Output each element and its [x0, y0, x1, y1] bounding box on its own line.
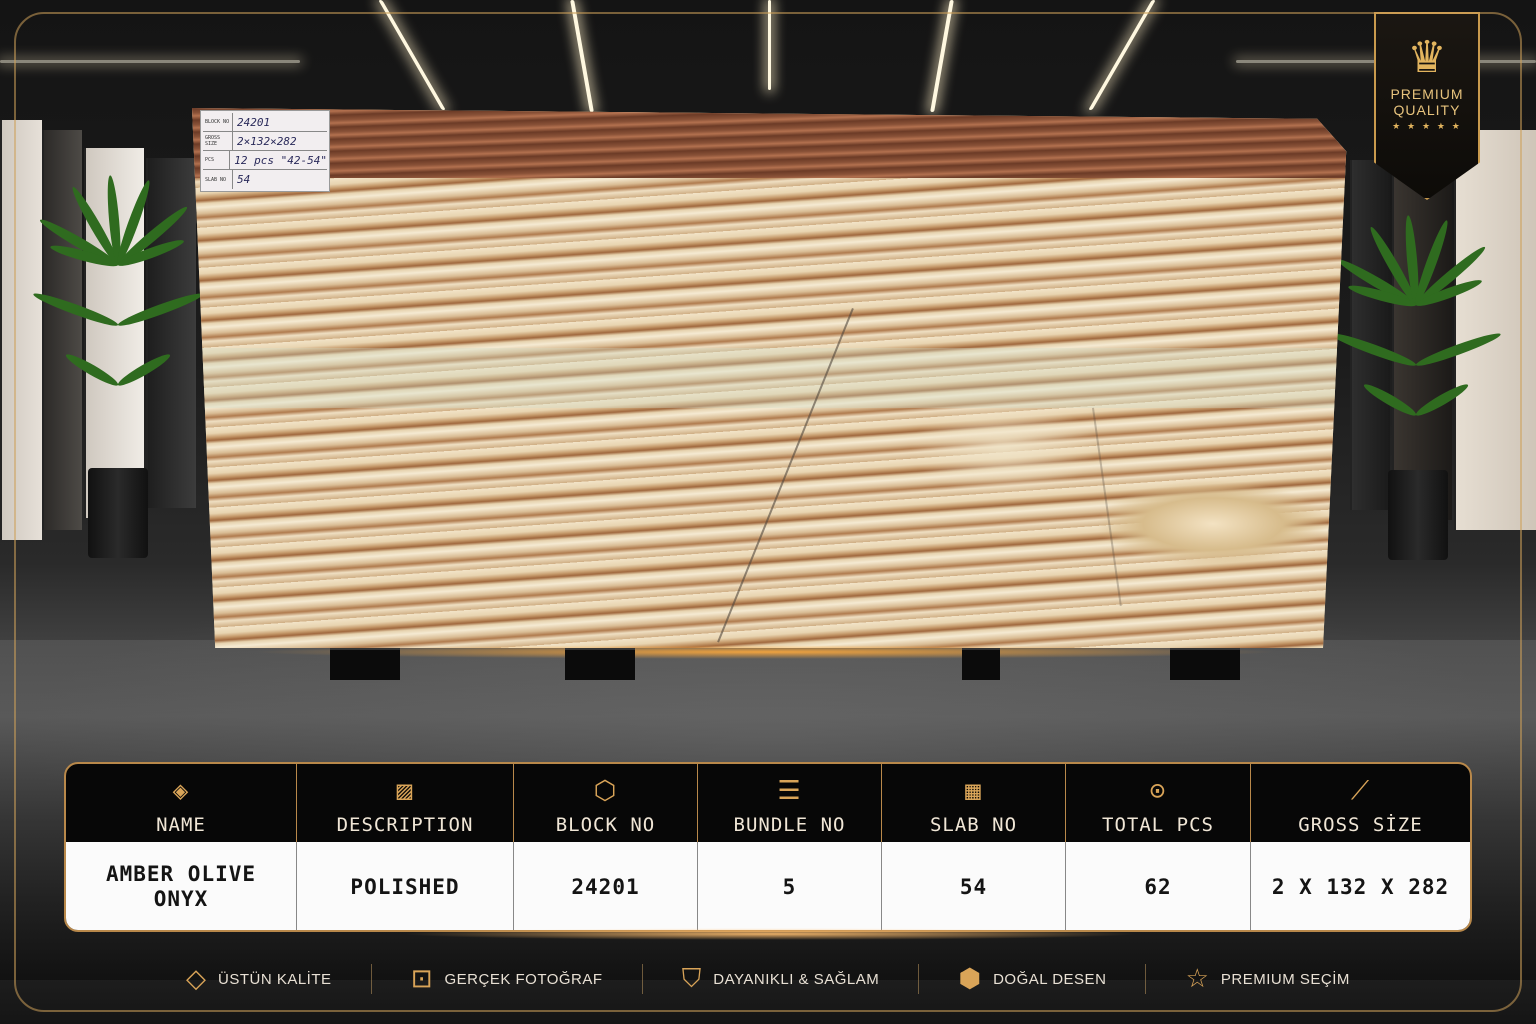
features-bar: ◇ ÜSTÜN KALİTE ⊡ GERÇEK FOTOĞRAF ⛉ DAYAN…	[168, 956, 1368, 1002]
cube-pattern-icon: ⬢	[958, 964, 982, 994]
side-slab	[146, 158, 196, 508]
feature-item: ⬢ DOĞAL DESEN	[940, 964, 1124, 994]
header-description: ▨ DESCRIPTION	[297, 764, 514, 842]
slab-stand	[1170, 648, 1240, 680]
feature-item: ◇ ÜSTÜN KALİTE	[168, 964, 350, 994]
slab-label-tag: BLOCK NO 24201 GROSS SIZE 2×132×282 PCS …	[200, 110, 330, 192]
header-slab-no: ▦ SLAB NO	[882, 764, 1066, 842]
feature-label: PREMIUM SEÇİM	[1220, 970, 1350, 988]
cube-icon: ⬡	[593, 776, 618, 806]
value-total-pcs: 62	[1066, 842, 1251, 930]
header-label: SLAB NO	[929, 814, 1018, 836]
plant-pot	[88, 468, 148, 558]
table-header-row: ◈ NAME ▨ DESCRIPTION ⬡ BLOCK NO ☰ BUNDLE…	[66, 764, 1470, 842]
tag-value: 2×132×282	[237, 134, 297, 148]
header-label: TOTAL PCS	[1102, 814, 1214, 836]
feature-label: DOĞAL DESEN	[993, 970, 1107, 988]
divider	[1145, 964, 1147, 994]
tag-row: SLAB NO 54	[203, 170, 327, 189]
badge-stars: ★ ★ ★ ★ ★	[1392, 122, 1462, 132]
shield-check-icon: ⛉	[681, 964, 702, 994]
divider	[370, 964, 372, 994]
value-block-no: 24201	[514, 842, 698, 930]
feature-item: ⛉ DAYANIKLI & SAĞLAM	[664, 964, 898, 994]
feature-item: ☆ PREMIUM SEÇİM	[1168, 964, 1368, 994]
badge-line2: QUALITY	[1393, 102, 1461, 118]
tag-value: 54	[237, 173, 251, 186]
header-label: BUNDLE NO	[733, 814, 846, 836]
header-name: ◈ NAME	[66, 764, 297, 842]
stack-icon: ☰	[777, 776, 802, 806]
header-block-no: ⬡ BLOCK NO	[514, 764, 698, 842]
ceiling-light	[1088, 0, 1156, 110]
header-label: DESCRIPTION	[336, 814, 474, 836]
slab-stand	[565, 648, 635, 680]
tag-row: GROSS SIZE 2×132×282	[203, 132, 327, 151]
header-label: BLOCK NO	[555, 814, 656, 836]
crown-icon: ♛	[1407, 32, 1447, 83]
feature-label: GERÇEK FOTOĞRAF	[444, 970, 603, 988]
header-total-pcs: ⊙ TOTAL PCS	[1066, 764, 1251, 842]
value-slab-no: 54	[882, 842, 1066, 930]
side-slab	[1454, 130, 1536, 530]
side-slab	[1350, 160, 1390, 510]
camera-icon: ⊡	[410, 964, 433, 994]
slab-crack	[1092, 407, 1122, 607]
tag-value: 24201	[237, 115, 271, 129]
table-glow	[400, 928, 1140, 940]
ceiling-light	[570, 0, 594, 112]
grid-icon: ▦	[965, 776, 982, 806]
feature-label: ÜSTÜN KALİTE	[218, 970, 332, 988]
ceiling-light	[768, 0, 771, 90]
divider	[641, 964, 643, 994]
feature-label: DAYANIKLI & SAĞLAM	[713, 970, 880, 988]
side-slab	[0, 120, 42, 540]
badge-line1: PREMIUM	[1390, 86, 1464, 102]
ruler-icon: ⟋	[1350, 776, 1371, 806]
onyx-slab-image	[192, 108, 1347, 648]
divider	[918, 964, 920, 994]
ceiling-light	[930, 0, 954, 112]
marble-pattern-icon: ▨	[396, 776, 414, 806]
tag-key: GROSS SIZE	[203, 132, 233, 150]
tag-key: PCS	[203, 151, 231, 169]
side-slab	[1392, 150, 1452, 520]
header-bundle-no: ☰ BUNDLE NO	[698, 764, 882, 842]
measure-tape-icon: ⊙	[1149, 776, 1167, 806]
premium-quality-badge: ♛ PREMIUM QUALITY ★ ★ ★ ★ ★	[1374, 12, 1480, 200]
value-gross-size: 2 X 132 X 282	[1271, 874, 1450, 899]
ceiling-light	[0, 60, 300, 63]
slab-stand	[330, 648, 400, 680]
table-value-row: AMBER OLIVE ONYX POLISHED 24201 5 54 62 …	[66, 842, 1470, 930]
stand-glow	[250, 645, 1280, 659]
value-name: AMBER OLIVE ONYX	[66, 842, 297, 930]
header-gross-size: ⟋ GROSS SİZE	[1251, 764, 1470, 842]
slab-translucent-band	[192, 348, 1347, 408]
plant-pot	[1388, 470, 1448, 560]
slab-stand	[962, 648, 1000, 680]
product-info-table: ◈ NAME ▨ DESCRIPTION ⬡ BLOCK NO ☰ BUNDLE…	[64, 762, 1472, 932]
tag-row: PCS 12 pcs "42-54"	[203, 151, 327, 170]
header-label: GROSS SİZE	[1298, 814, 1423, 836]
tag-key: BLOCK NO	[203, 113, 233, 131]
value-bundle-no: 5	[698, 842, 882, 930]
star-icon: ☆	[1185, 964, 1209, 994]
tag-key: SLAB NO	[203, 170, 233, 189]
tag-value: 12 pcs "42-54"	[234, 153, 327, 167]
tag-row: BLOCK NO 24201	[203, 113, 327, 132]
ceiling-light	[378, 0, 446, 110]
feature-item: ⊡ GERÇEK FOTOĞRAF	[393, 964, 621, 994]
value-description: POLISHED	[297, 842, 514, 930]
diamond-icon: ◇	[186, 964, 206, 994]
slab-top-vein	[192, 108, 1347, 178]
header-label: NAME	[156, 814, 206, 836]
layers-icon: ◈	[172, 776, 190, 806]
